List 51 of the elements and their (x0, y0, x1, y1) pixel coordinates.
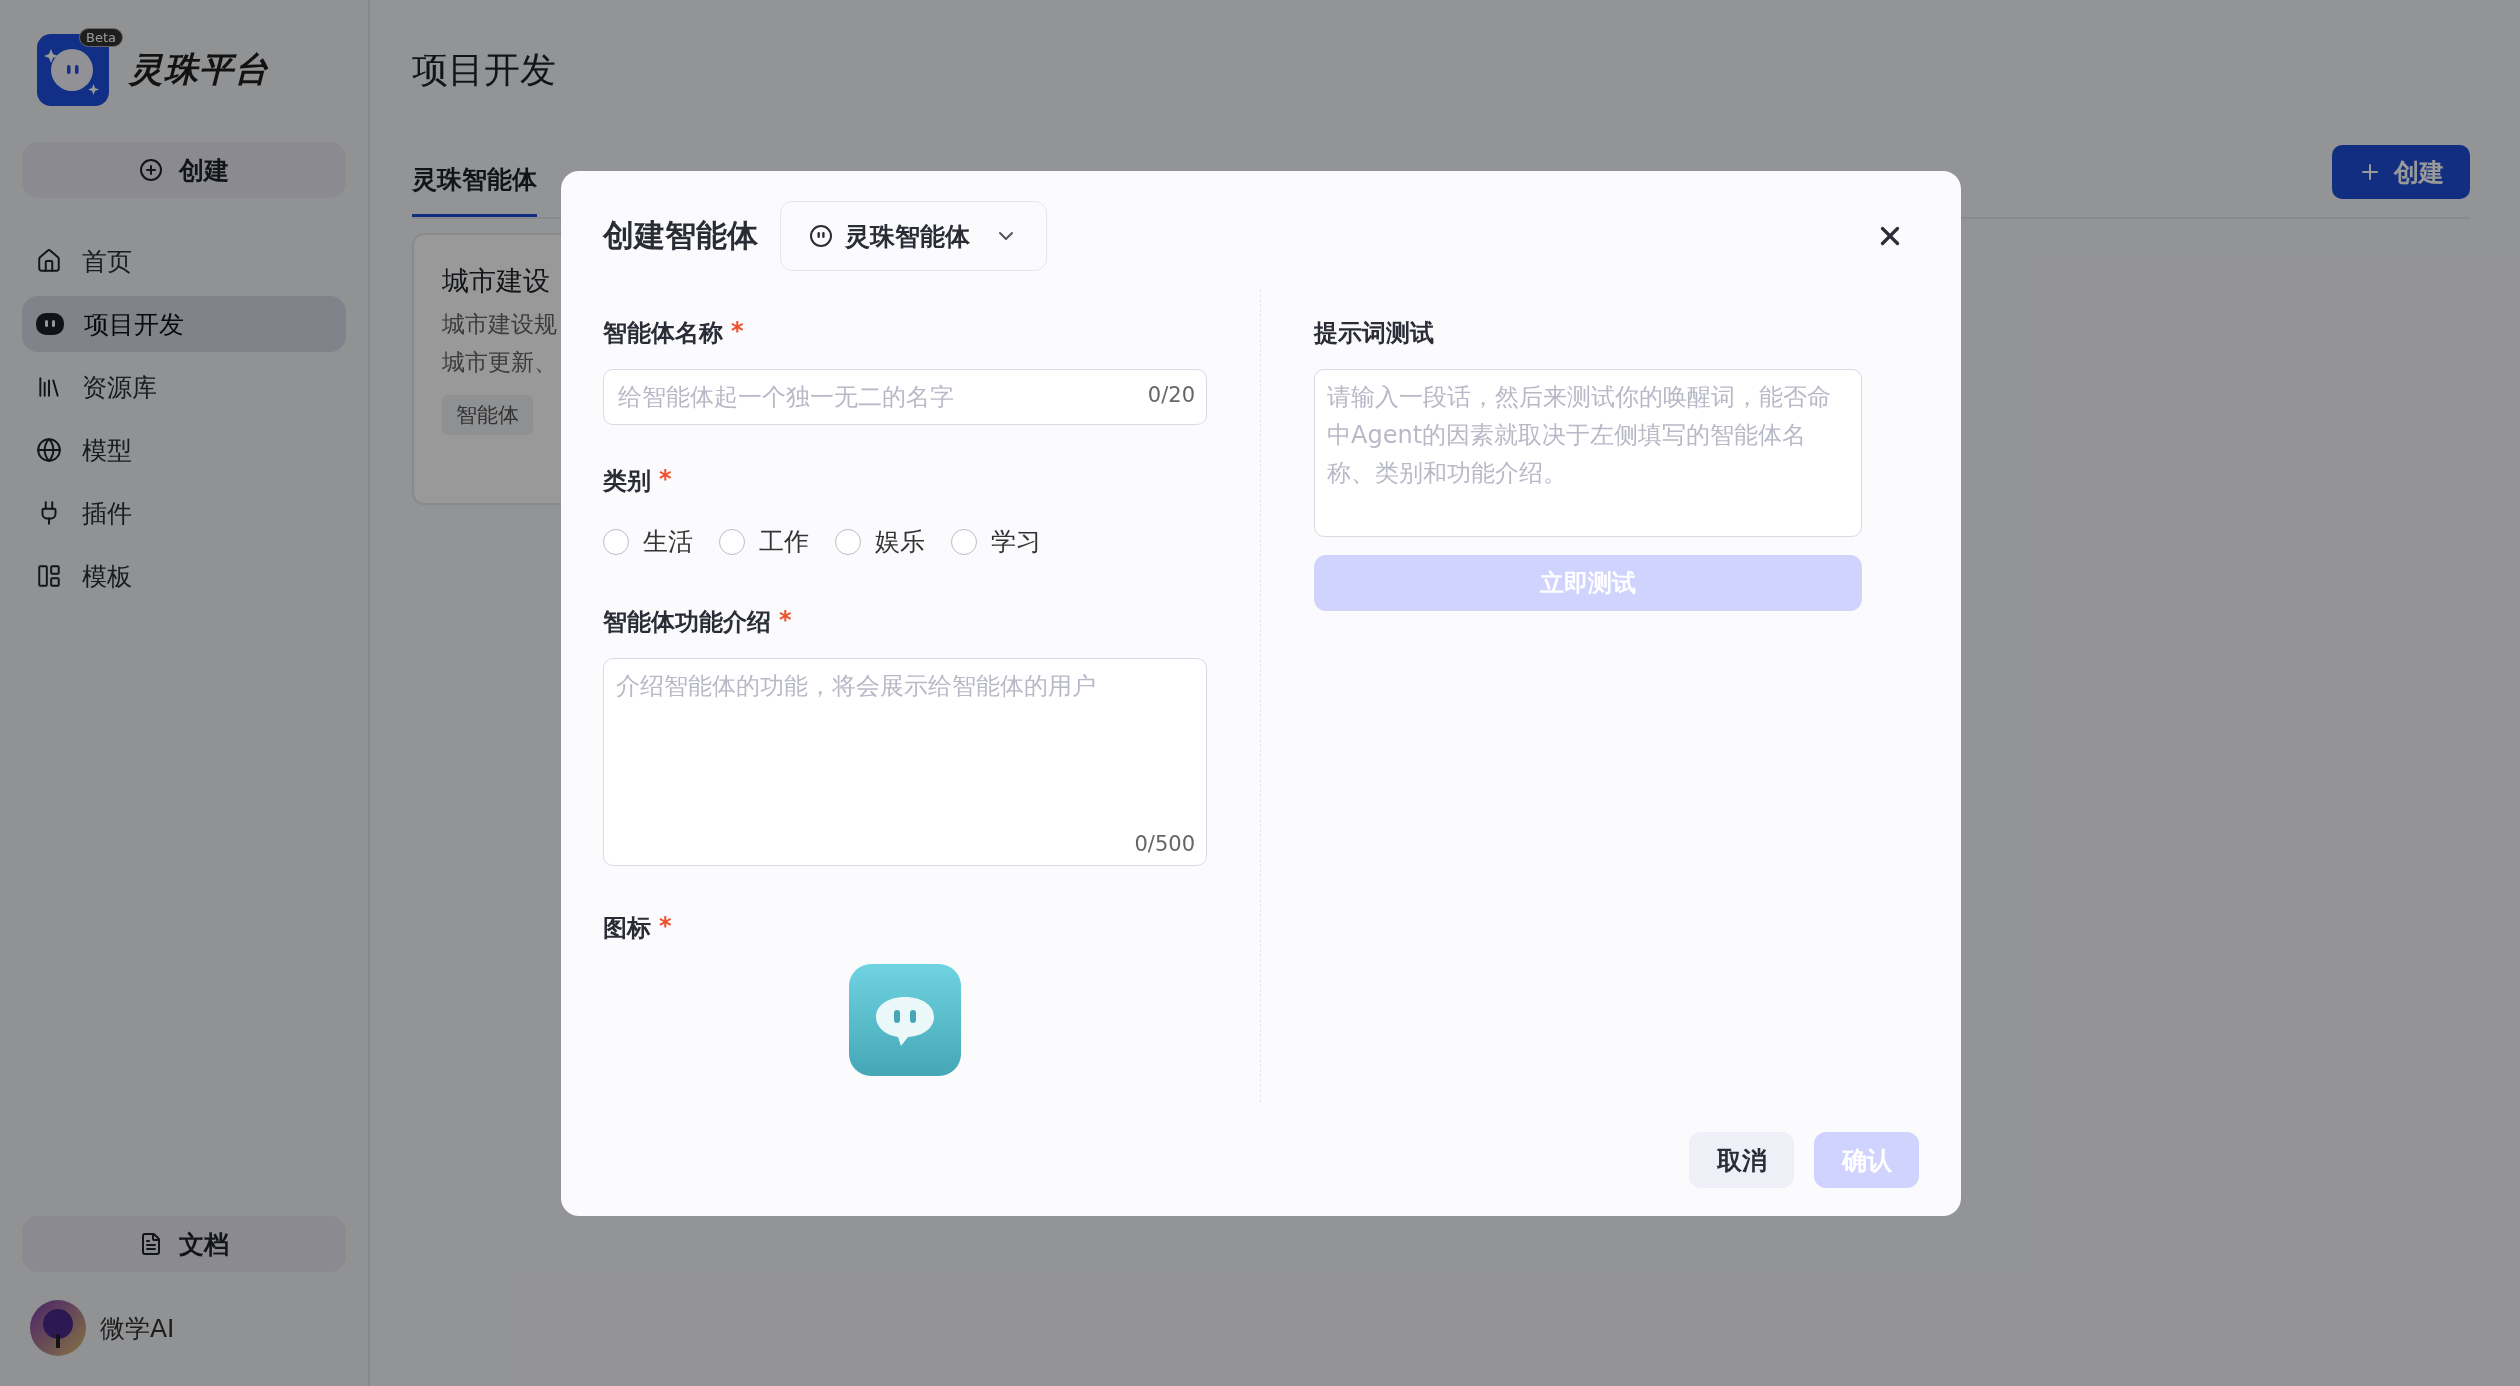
create-button[interactable]: 创建 (2332, 145, 2470, 199)
cancel-button[interactable]: 取消 (1689, 1132, 1794, 1188)
section-title: 提示词测试 (1314, 318, 1435, 349)
type-select[interactable]: 灵珠智能体 (780, 201, 1047, 271)
nav-item[interactable]: 模板 (22, 548, 346, 604)
required-mark: * (731, 317, 744, 347)
dialog-title: 创建智能体 (603, 216, 758, 255)
home-icon (36, 248, 62, 274)
user-name: 微学AI (100, 1312, 175, 1345)
beta-badge: Beta (79, 28, 123, 47)
radio-button[interactable] (835, 528, 861, 555)
prompt-field[interactable]: 请输入一段话，然后来测试你的唤醒词，能否命中Agent的因素就取决于左侧填写的智能体名称、类别和功能介绍。 (1314, 369, 1862, 537)
logo-text: 灵珠平台 (129, 48, 269, 91)
card-description: 城市建设规 (442, 310, 557, 339)
chat-bot-icon[interactable] (849, 964, 961, 1076)
card-title: 城市建设 (442, 264, 550, 298)
nav-item[interactable]: 首页 (22, 233, 346, 289)
char-counter: 0/500 (1134, 832, 1195, 856)
radio-button[interactable] (951, 528, 977, 555)
page-title: 项目开发 (412, 48, 557, 92)
globe-icon (36, 437, 62, 463)
radio-option[interactable]: 娱乐 (835, 525, 925, 558)
avatar (30, 1300, 86, 1356)
radio-button[interactable] (719, 528, 745, 555)
layout-icon (36, 563, 62, 589)
required-mark: * (659, 465, 672, 495)
nav-item[interactable]: 资源库 (22, 359, 346, 415)
char-counter: 0/20 (1147, 383, 1195, 407)
card-tag: 智能体 (442, 395, 533, 435)
create-button[interactable]: 创建 (22, 142, 346, 198)
bot-face-icon (809, 224, 833, 248)
field-label: 图标 * (603, 912, 673, 944)
radio-option[interactable]: 生活 (603, 525, 693, 558)
required-mark: * (659, 912, 672, 942)
book-icon (36, 374, 62, 400)
document-icon (139, 1232, 163, 1256)
field-label: 智能体功能介绍 * (603, 606, 793, 638)
radio-option[interactable]: 学习 (951, 525, 1041, 558)
nav-item[interactable]: 插件 (22, 485, 346, 541)
bot-face-icon (36, 313, 64, 335)
nav-item[interactable]: 模型 (22, 422, 346, 478)
field-label: 智能体名称 * (603, 317, 745, 349)
radio-option[interactable]: 工作 (719, 525, 809, 558)
required-mark: * (779, 606, 792, 636)
nav-item[interactable]: 项目开发 (22, 296, 346, 352)
card-description: 城市更新、 (442, 348, 557, 377)
docs-button[interactable]: 文档 (22, 1216, 346, 1272)
radio-button[interactable] (603, 528, 629, 555)
plus-circle-icon (139, 158, 163, 182)
tab[interactable]: 灵珠智能体 (412, 163, 537, 217)
field-label: 类别 * (603, 465, 673, 497)
